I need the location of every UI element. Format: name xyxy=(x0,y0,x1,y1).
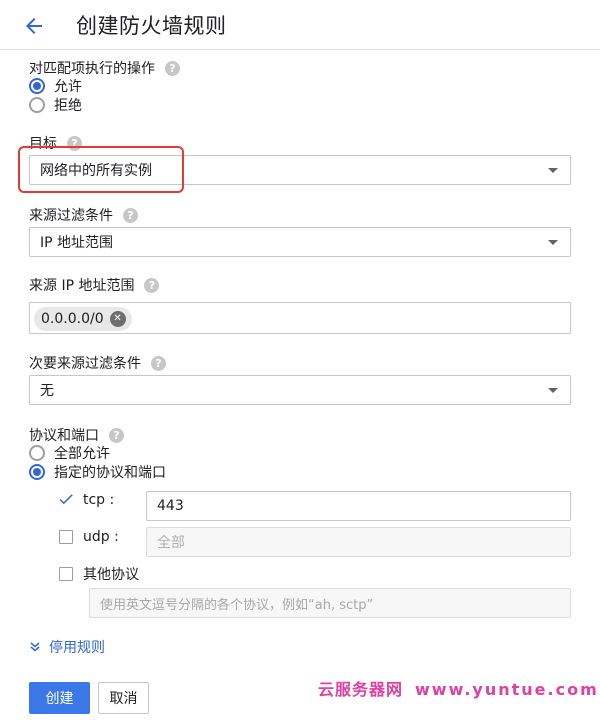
dropdown-caret-icon xyxy=(548,168,558,173)
udp-checkbox[interactable] xyxy=(59,530,73,544)
radio-allow-all[interactable]: 全部允许 xyxy=(29,443,110,463)
help-icon[interactable]: ? xyxy=(144,277,160,293)
ip-range-chip: 0.0.0.0/0 ✕ xyxy=(34,307,132,331)
radio-allow-all-label: 全部允许 xyxy=(54,446,110,462)
target-label: 目标 ? xyxy=(29,133,82,153)
watermark-url: www.yuntue.com xyxy=(415,680,599,699)
help-icon[interactable]: ? xyxy=(151,355,166,371)
secondary-source-filter-label: 次要来源过滤条件 ? xyxy=(29,353,166,373)
secondary-source-filter-label-text: 次要来源过滤条件 xyxy=(29,356,141,372)
secondary-source-filter-select-value: 无 xyxy=(40,383,54,399)
back-arrow-icon[interactable] xyxy=(22,14,46,38)
tcp-checkbox-row[interactable]: tcp : xyxy=(59,492,114,508)
watermark-text: 云服务器网 xyxy=(318,680,404,699)
other-protocols-checkbox[interactable] xyxy=(59,567,73,581)
udp-ports-placeholder: 全部 xyxy=(157,535,185,551)
target-select[interactable]: 网络中的所有实例 xyxy=(29,155,571,185)
target-select-value: 网络中的所有实例 xyxy=(40,163,152,179)
tcp-ports-input[interactable]: 443 xyxy=(146,491,571,521)
action-on-match-label: 对匹配项执行的操作 ? xyxy=(29,58,180,78)
source-filter-select-value: IP 地址范围 xyxy=(40,235,114,251)
target-label-text: 目标 xyxy=(29,136,57,152)
udp-checkbox-row[interactable]: udp : xyxy=(59,529,119,545)
other-protocols-placeholder: 使用英文逗号分隔的各个协议，例如“ah, sctp” xyxy=(100,597,374,613)
source-ip-ranges-label-text: 来源 IP 地址范围 xyxy=(29,278,135,294)
help-icon[interactable]: ? xyxy=(165,60,180,76)
radio-deny-label: 拒绝 xyxy=(54,98,82,114)
source-filter-label: 来源过滤条件 ? xyxy=(29,205,138,225)
checkmark-icon xyxy=(59,494,73,505)
source-filter-select[interactable]: IP 地址范围 xyxy=(29,227,571,257)
cancel-button[interactable]: 取消 xyxy=(98,682,149,714)
help-icon[interactable]: ? xyxy=(109,427,124,443)
secondary-source-filter-select[interactable]: 无 xyxy=(29,375,571,405)
radio-allow-all-button[interactable] xyxy=(29,445,45,461)
radio-allow-label: 允许 xyxy=(54,79,82,95)
ip-range-chip-label: 0.0.0.0/0 xyxy=(41,311,104,327)
radio-deny-button[interactable] xyxy=(29,97,45,113)
tcp-label: tcp : xyxy=(83,492,115,508)
other-protocols-checkbox-row[interactable]: 其他协议 xyxy=(59,564,139,584)
source-ip-ranges-label: 来源 IP 地址范围 ? xyxy=(29,275,160,295)
disable-rule-toggle[interactable]: 停用规则 xyxy=(29,637,105,657)
radio-allow-button[interactable] xyxy=(29,78,45,94)
udp-ports-input[interactable]: 全部 xyxy=(146,527,571,557)
protocols-ports-label: 协议和端口 ? xyxy=(29,425,124,445)
radio-specified-protocols[interactable]: 指定的协议和端口 xyxy=(29,462,166,482)
create-button[interactable]: 创建 xyxy=(29,682,90,714)
source-filter-label-text: 来源过滤条件 xyxy=(29,208,113,224)
tcp-checkbox[interactable] xyxy=(59,493,73,507)
close-icon[interactable]: ✕ xyxy=(109,311,126,327)
help-icon[interactable]: ? xyxy=(123,207,138,223)
protocols-ports-label-text: 协议和端口 xyxy=(29,428,99,444)
radio-specified-protocols-label: 指定的协议和端口 xyxy=(54,465,166,481)
page-title: 创建防火墙规则 xyxy=(76,14,227,38)
radio-allow[interactable]: 允许 xyxy=(29,76,82,96)
udp-label: udp : xyxy=(83,529,119,545)
tcp-ports-value: 443 xyxy=(157,498,184,514)
double-chevron-down-icon xyxy=(30,642,40,652)
radio-specified-protocols-button[interactable] xyxy=(29,464,45,480)
help-icon[interactable]: ? xyxy=(67,135,82,151)
action-on-match-label-text: 对匹配项执行的操作 xyxy=(29,61,155,77)
source-ip-ranges-input[interactable]: 0.0.0.0/0 ✕ xyxy=(29,302,571,334)
other-protocols-label: 其他协议 xyxy=(83,567,139,583)
other-protocols-input[interactable]: 使用英文逗号分隔的各个协议，例如“ah, sctp” xyxy=(89,588,571,618)
radio-deny[interactable]: 拒绝 xyxy=(29,95,82,115)
dropdown-caret-icon xyxy=(548,240,558,245)
watermark: 云服务器网 www.yuntue.com xyxy=(318,676,599,700)
disable-rule-label: 停用规则 xyxy=(49,640,105,656)
page-header: 创建防火墙规则 xyxy=(0,0,600,50)
dropdown-caret-icon xyxy=(548,388,558,393)
